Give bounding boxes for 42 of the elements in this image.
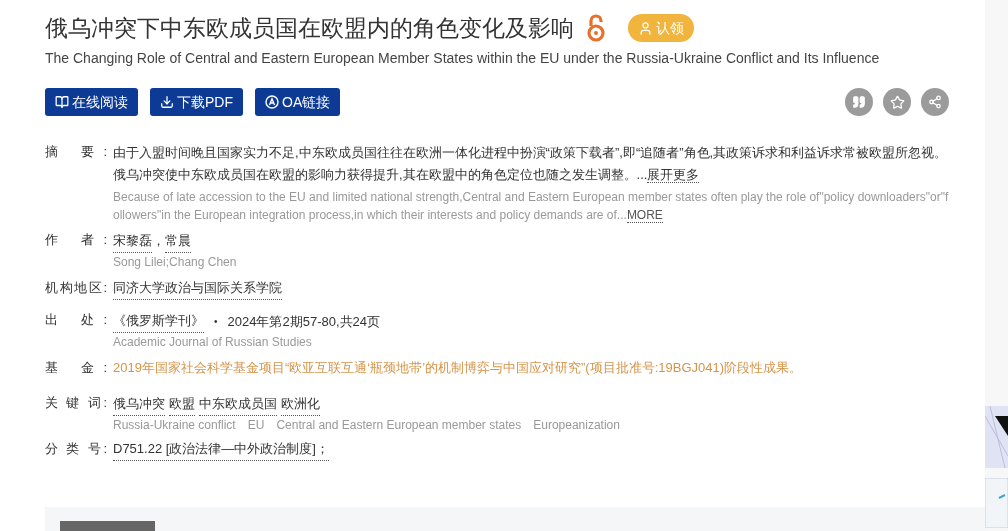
expand-link[interactable]: 展开更多 xyxy=(647,167,700,183)
journal-link[interactable]: 《俄罗斯学刊》 xyxy=(113,310,204,333)
abstract-text: 由于入盟时间晚且国家实力不足,中东欧成员国往往在欧洲一体化进程中扮演“政策下载者”,即“追随者”角色,其政策诉求和利益诉求常被欧盟所忽视。俄乌冲突使中东欧成员国在欧盟的影响力获得提升,其在欧盟中的角色定位也随之发生调整。...展开更多 xyxy=(113,144,949,185)
institution-link[interactable]: 同济大学政治与国际关系学院 xyxy=(113,277,282,300)
keyword-link[interactable]: 俄乌冲突 xyxy=(113,393,165,416)
keyword-english: EU xyxy=(247,417,265,434)
field-label: 机构地区: xyxy=(45,279,107,297)
field-label: 分 类 号: xyxy=(45,440,107,458)
user-icon xyxy=(638,20,653,36)
author-link[interactable]: 宋黎磊 xyxy=(113,230,152,253)
author-link[interactable]: 常晨 xyxy=(165,230,191,253)
read-online-button[interactable]: 在线阅读 xyxy=(45,88,138,116)
fund-text: 2019年国家社会科学基金项目“欧亚互联互通‘瓶颈地带’的机制博弈与中国应对研究”(项目批准号:19BGJ041)阶段性成果。 xyxy=(113,359,803,377)
field-label: 基 金: xyxy=(45,359,107,377)
authors-english: Song Lilei;Chang Chen xyxy=(113,254,237,271)
article-title: 俄乌冲突下中东欧成员国在欧盟内的角色变化及影响 xyxy=(45,14,574,43)
oa-link-button[interactable]: OA链接 xyxy=(255,88,341,116)
keyword-link[interactable]: 欧盟 xyxy=(169,393,195,416)
more-link[interactable]: MORE xyxy=(626,208,663,223)
abstract-text-english: Because of late accession to the EU and limited national strength,Central and Eastern European member states often play the role of"policy downloaders"or"followers"in the European integration process,in which their interests and policy demands are of...MORE xyxy=(113,189,950,224)
quote-icon[interactable] xyxy=(845,88,873,116)
field-label: 出 处: xyxy=(45,311,107,329)
separator: ， xyxy=(152,232,165,250)
circled-a-icon xyxy=(265,95,279,109)
field-label: 作 者: xyxy=(45,231,107,249)
journal-english: Academic Journal of Russian Studies xyxy=(113,334,313,351)
keyword-english: Russia-Ukraine conflict xyxy=(113,417,236,434)
field-label: 摘 要: xyxy=(45,143,107,161)
keyword-english: Central and Eastern European member states xyxy=(276,417,522,434)
issue-text: 2024年第2期57-80,共24页 xyxy=(227,312,380,331)
download-button[interactable]: 下载PDF xyxy=(150,88,243,116)
keyword-english: Europeanization xyxy=(533,417,620,434)
keyword-link[interactable]: 中东欧成员国 xyxy=(199,393,277,416)
book-icon xyxy=(55,95,69,109)
article-subtitle: The Changing Role of Central and Eastern European Member States within the EU under the Russia-Ukraine Conflict and Its Influence xyxy=(45,49,881,68)
open-lock-icon xyxy=(586,14,606,42)
field-label: 关 键 词: xyxy=(45,394,107,412)
classification-link[interactable]: D751.22 [政治法律—中外政治制度]； xyxy=(113,438,329,461)
dot-separator: • xyxy=(214,314,218,329)
keyword-link[interactable]: 欧洲化 xyxy=(281,393,320,416)
download-icon xyxy=(160,95,174,109)
share-icon[interactable] xyxy=(921,88,949,116)
